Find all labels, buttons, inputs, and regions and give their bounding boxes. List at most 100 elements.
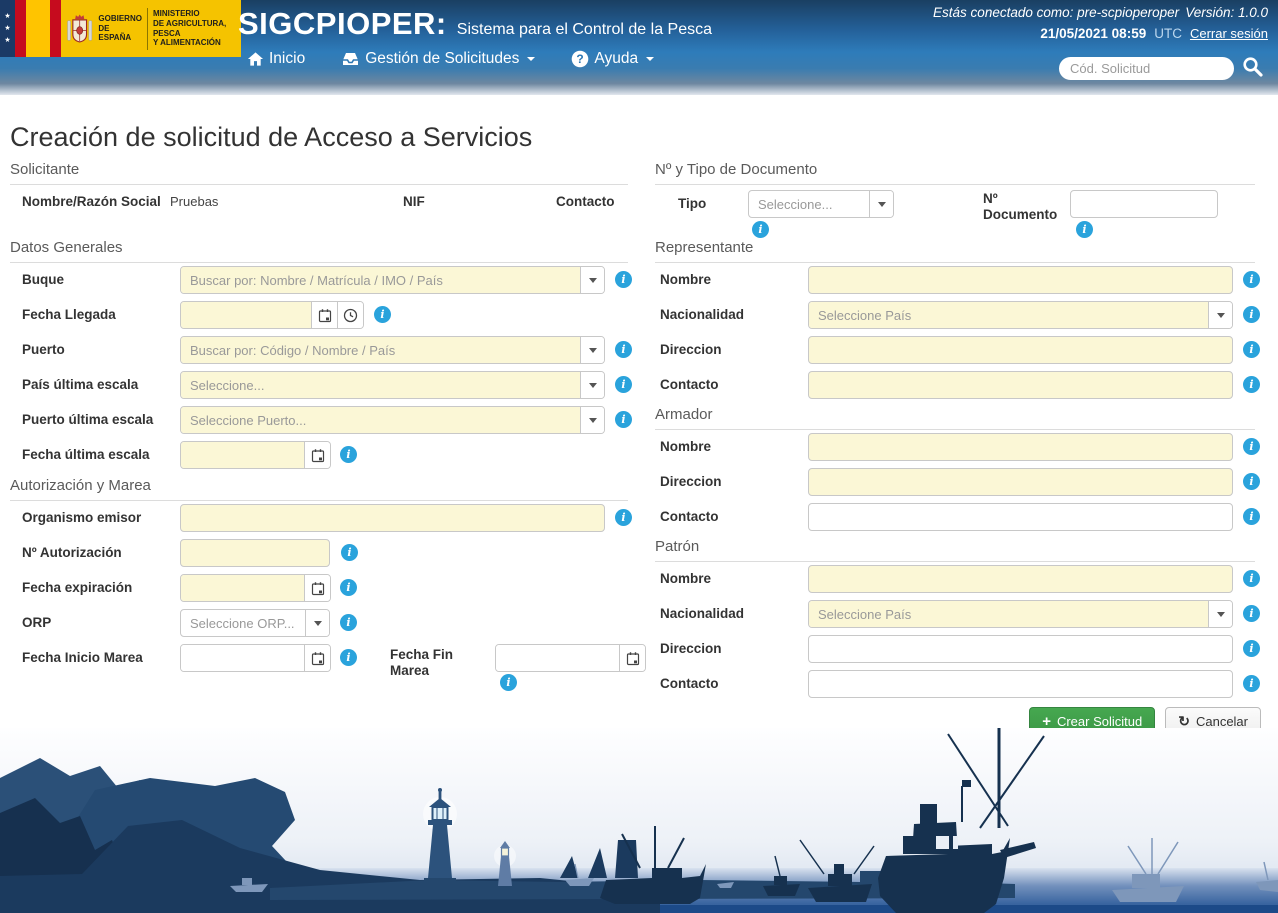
logout-link[interactable]: Cerrar sesión — [1190, 26, 1268, 41]
calendar-icon[interactable] — [619, 645, 645, 671]
fecha-expiracion-input[interactable] — [181, 575, 304, 601]
organismo-emisor-info-icon[interactable] — [615, 509, 632, 526]
representante-nombre-info-icon[interactable] — [1243, 271, 1260, 288]
calendar-icon[interactable] — [304, 442, 330, 468]
logo-divider — [147, 8, 148, 50]
fecha-fin-marea-info-icon[interactable] — [500, 674, 517, 691]
num-documento-info-icon[interactable] — [1076, 221, 1093, 238]
tipo-documento-info-icon[interactable] — [752, 221, 769, 238]
fecha-ultima-escala-input[interactable] — [181, 442, 304, 468]
patron-contacto-input[interactable] — [808, 670, 1233, 698]
fecha-inicio-marea-group — [180, 644, 331, 672]
armador-nombre-info-icon[interactable] — [1243, 438, 1260, 455]
patron-nombre-input[interactable] — [808, 565, 1233, 593]
search-icon[interactable] — [1242, 56, 1264, 83]
fecha-llegada-info-icon[interactable] — [374, 306, 391, 323]
armador-direccion-input[interactable] — [808, 468, 1233, 496]
pais-ultima-escala-label: País última escala — [22, 371, 138, 399]
calendar-icon[interactable] — [311, 302, 337, 328]
home-icon — [247, 51, 264, 67]
pais-ultima-escala-info-icon[interactable] — [615, 376, 632, 393]
puerto-select[interactable]: Buscar por: Código / Nombre / País — [180, 336, 605, 364]
armador-direccion-info-icon[interactable] — [1243, 473, 1260, 490]
buque-info-icon[interactable] — [615, 271, 632, 288]
fecha-fin-marea-group — [495, 644, 646, 672]
clock-icon[interactable] — [337, 302, 363, 328]
fecha-fin-marea-input[interactable] — [496, 645, 619, 671]
representante-nacionalidad-info-icon[interactable] — [1243, 306, 1260, 323]
representante-contacto-input[interactable] — [808, 371, 1233, 399]
puerto-info-icon[interactable] — [615, 341, 632, 358]
num-autorizacion-label: Nº Autorización — [22, 539, 122, 567]
nav-item-inicio[interactable]: Inicio — [247, 50, 305, 68]
num-documento-label: Nº Documento — [983, 191, 1068, 222]
fecha-ultima-escala-info-icon[interactable] — [340, 446, 357, 463]
num-documento-input[interactable] — [1070, 190, 1218, 218]
pais-ultima-escala-select[interactable]: Seleccione... — [180, 371, 605, 399]
patron-nombre-info-icon[interactable] — [1243, 570, 1260, 587]
puerto-ultima-escala-select[interactable]: Seleccione Puerto... — [180, 406, 605, 434]
nav-item-ayuda[interactable]: ? Ayuda — [571, 50, 654, 68]
app-tagline: Sistema para el Control de la Pesca — [457, 21, 712, 39]
fecha-ultima-escala-label: Fecha última escala — [22, 441, 150, 469]
timezone: UTC — [1154, 26, 1182, 41]
patron-direccion-label: Direccion — [660, 635, 722, 663]
armador-nombre-row: Nombre — [655, 433, 1261, 461]
representante-contacto-info-icon[interactable] — [1243, 376, 1260, 393]
calendar-icon[interactable] — [304, 645, 330, 671]
orp-info-icon[interactable] — [340, 614, 357, 631]
gobierno-logo[interactable]: ★★★ GOBIERNO DE ESPAÑA MINISTERIO DE AGR… — [0, 0, 241, 57]
orp-select[interactable]: Seleccione ORP... — [180, 609, 330, 637]
patron-direccion-info-icon[interactable] — [1243, 640, 1260, 657]
armador-nombre-input[interactable] — [808, 433, 1233, 461]
chevron-down-icon — [646, 57, 654, 61]
organismo-emisor-input[interactable] — [180, 504, 605, 532]
fecha-inicio-marea-label: Fecha Inicio Marea — [22, 644, 143, 672]
representante-nacionalidad-select[interactable]: Seleccione País — [808, 301, 1233, 329]
tipo-documento-select[interactable]: Seleccione... — [748, 190, 894, 218]
armador-nombre-label: Nombre — [660, 433, 711, 461]
representante-nombre-input[interactable] — [808, 266, 1233, 294]
fecha-llegada-input[interactable] — [181, 302, 311, 328]
patron-nombre-label: Nombre — [660, 565, 711, 593]
fecha-inicio-marea-input[interactable] — [181, 645, 304, 671]
representante-nacionalidad-row: Nacionalidad Seleccione País — [655, 301, 1261, 329]
section-patron: Patrón — [655, 538, 1255, 562]
chevron-down-icon — [580, 337, 604, 363]
patron-nacionalidad-info-icon[interactable] — [1243, 605, 1260, 622]
num-autorizacion-info-icon[interactable] — [341, 544, 358, 561]
inbox-icon — [341, 51, 360, 67]
patron-nacionalidad-select[interactable]: Seleccione País — [808, 600, 1233, 628]
fechas-marea-row: Fecha Inicio Marea Fecha Fin Marea — [10, 644, 660, 672]
chevron-down-icon — [580, 267, 604, 293]
coat-of-arms-icon — [66, 8, 93, 50]
session-line2: 21/05/2021 08:59 UTC Cerrar sesión — [1040, 26, 1268, 41]
representante-nacionalidad-label: Nacionalidad — [660, 301, 744, 329]
representante-direccion-input[interactable] — [808, 336, 1233, 364]
puerto-ultima-escala-info-icon[interactable] — [615, 411, 632, 428]
footer-harbor-illustration — [0, 728, 1278, 913]
calendar-icon[interactable] — [304, 575, 330, 601]
fecha-fin-marea-label: Fecha Fin Marea — [390, 647, 485, 679]
patron-direccion-row: Direccion — [655, 635, 1261, 663]
ministry-name: MINISTERIO DE AGRICULTURA, PESCA Y ALIME… — [153, 9, 236, 47]
nav-item-gestion-solicitudes[interactable]: Gestión de Solicitudes — [341, 50, 535, 68]
tipo-documento-label: Tipo — [678, 190, 706, 218]
patron-contacto-info-icon[interactable] — [1243, 675, 1260, 692]
fecha-ultima-escala-group — [180, 441, 331, 469]
representante-direccion-info-icon[interactable] — [1243, 341, 1260, 358]
num-autorizacion-input[interactable] — [180, 539, 330, 567]
buque-row: Buque Buscar por: Nombre / Matrícula / I… — [10, 266, 642, 294]
fecha-inicio-marea-info-icon[interactable] — [340, 649, 357, 666]
eu-flag-strip: ★★★ — [0, 0, 15, 57]
organismo-emisor-label: Organismo emisor — [22, 504, 141, 532]
buque-select[interactable]: Buscar por: Nombre / Matrícula / IMO / P… — [180, 266, 605, 294]
patron-nacionalidad-row: Nacionalidad Seleccione País — [655, 600, 1261, 628]
armador-contacto-info-icon[interactable] — [1243, 508, 1260, 525]
fecha-expiracion-info-icon[interactable] — [340, 579, 357, 596]
patron-direccion-input[interactable] — [808, 635, 1233, 663]
armador-contacto-input[interactable] — [808, 503, 1233, 531]
search-input[interactable] — [1059, 57, 1234, 80]
chevron-down-icon — [1208, 601, 1232, 627]
armador-contacto-row: Contacto — [655, 503, 1261, 531]
